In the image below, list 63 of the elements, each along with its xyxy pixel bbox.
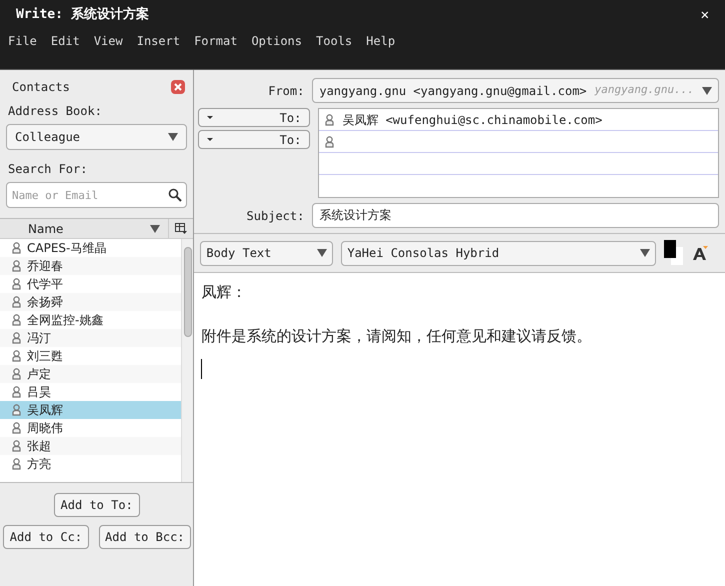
window-title: Write: 系统设计方案 bbox=[16, 6, 149, 24]
close-panel-button[interactable] bbox=[171, 80, 186, 94]
person-icon bbox=[12, 458, 21, 470]
menu-item[interactable]: Tools bbox=[316, 32, 352, 50]
field-label: Search For: bbox=[7, 161, 88, 178]
person-icon bbox=[12, 260, 21, 272]
contact-item[interactable]: 张超 bbox=[0, 437, 182, 455]
contact-item[interactable]: 余扬舜 bbox=[0, 293, 182, 311]
message-body[interactable]: 凤辉： 附件是系统的设计方案，请阅知，任何意见和建议请反馈。 bbox=[194, 272, 725, 586]
font-dropdown[interactable]: YaHei Consolas Hybrid bbox=[341, 240, 656, 266]
dropdown-arrow-icon bbox=[702, 86, 712, 94]
person-icon bbox=[325, 136, 334, 148]
person-icon bbox=[12, 332, 21, 344]
message-paragraph: 附件是系统的设计方案，请阅知，任何意见和建议请反馈。 bbox=[201, 326, 592, 347]
person-icon bbox=[12, 386, 21, 398]
address-book-dropdown[interactable]: Colleague bbox=[6, 124, 188, 150]
person-icon bbox=[325, 114, 334, 126]
close-icon bbox=[174, 83, 182, 91]
person-icon bbox=[12, 368, 21, 380]
column-picker-icon[interactable] bbox=[175, 223, 188, 234]
scrollbar-thumb[interactable] bbox=[184, 247, 192, 337]
person-icon bbox=[12, 278, 21, 290]
person-icon bbox=[12, 314, 21, 326]
search-field[interactable]: Name or Email bbox=[6, 182, 188, 208]
close-button[interactable]: ✕ bbox=[700, 4, 709, 26]
subject-field[interactable]: 系统设计方案 bbox=[312, 203, 719, 228]
dropdown-arrow-icon bbox=[168, 133, 178, 141]
menu-item[interactable]: View bbox=[94, 32, 123, 50]
field-label: Address Book: bbox=[7, 103, 103, 120]
subject-label: Subject: bbox=[246, 208, 306, 224]
text-color-icon[interactable] bbox=[664, 240, 684, 266]
from-label: From: bbox=[267, 82, 306, 100]
menu-item[interactable]: Help bbox=[366, 32, 396, 50]
add-to-to-button[interactable]: Add to To: bbox=[54, 493, 140, 517]
person-icon bbox=[12, 440, 21, 452]
person-icon bbox=[12, 296, 21, 308]
contact-item[interactable]: 卢定 bbox=[0, 365, 182, 383]
from-dropdown[interactable]: yangyang.gnu <yangyang.gnu@gmail.com> yangyang.gnu... bbox=[312, 78, 719, 103]
contact-item[interactable]: 吴凤辉 bbox=[0, 401, 182, 419]
message-paragraph: 凤辉： bbox=[201, 282, 248, 303]
person-icon bbox=[12, 404, 21, 416]
add-to-bcc-button[interactable]: Add to Bcc: bbox=[99, 525, 191, 549]
font-size-icon[interactable] bbox=[692, 245, 708, 261]
paragraph-style-dropdown[interactable]: Body Text bbox=[200, 240, 334, 266]
recipient-address[interactable]: 吴凤辉 <wufenghui@sc.chinamobile.com> bbox=[342, 110, 602, 128]
panel-title: Contacts bbox=[11, 79, 70, 96]
search-icon bbox=[168, 188, 182, 202]
contact-item[interactable]: 冯汀 bbox=[0, 329, 182, 347]
person-icon bbox=[12, 422, 21, 434]
text-cursor bbox=[201, 359, 202, 379]
dropdown-arrow-icon bbox=[640, 249, 650, 257]
menu-item[interactable]: Options bbox=[251, 32, 302, 50]
add-to-cc-button[interactable]: Add to Cc: bbox=[2, 525, 90, 549]
menu-item[interactable]: Edit bbox=[50, 32, 80, 50]
menu-item[interactable]: File bbox=[8, 32, 37, 50]
menu-item[interactable]: Format bbox=[194, 32, 238, 50]
recipient-type-button[interactable]: To: bbox=[198, 108, 310, 127]
dropdown-arrow-icon bbox=[317, 249, 328, 257]
person-icon bbox=[12, 242, 21, 254]
menu-item[interactable]: Insert bbox=[136, 32, 180, 50]
contact-item[interactable]: 乔迎春 bbox=[0, 257, 182, 275]
recipient-type-button[interactable]: To: bbox=[198, 130, 310, 149]
person-icon bbox=[12, 350, 21, 362]
